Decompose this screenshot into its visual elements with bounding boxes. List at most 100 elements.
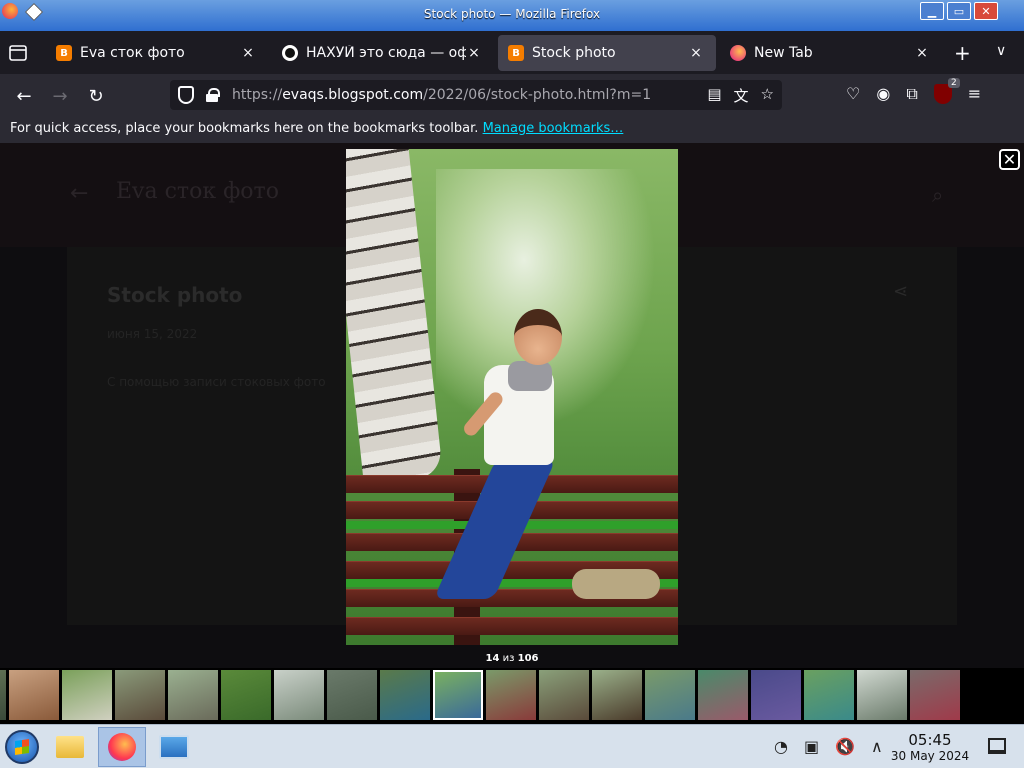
tab-strip: B Eva сток фото × НАХУЙ это сюда — офи ×… [0, 31, 1024, 74]
search-icon[interactable]: ⌕ [932, 183, 943, 207]
url-path: /2022/06/stock-photo.html?m=1 [423, 87, 652, 103]
share-icon[interactable]: ⋖ [893, 281, 908, 302]
window-close-button[interactable]: ✕ [974, 2, 998, 20]
thumbnail[interactable] [592, 670, 642, 720]
pocket-icon[interactable]: ♡ [846, 84, 860, 104]
lock-icon[interactable] [206, 88, 220, 102]
counter-separator: из [499, 653, 518, 664]
tab-eva-stock[interactable]: B Eva сток фото × [46, 35, 268, 71]
tab-label: Stock photo [532, 45, 616, 61]
post-date: июня 15, 2022 [107, 327, 198, 341]
boy-scarf [508, 361, 552, 391]
ublock-count-badge: 2 [948, 78, 960, 88]
window-titlebar: Stock photo — Mozilla Firefox ▁ ▭ ✕ [0, 0, 1024, 31]
translate-icon[interactable]: 文 [734, 85, 749, 106]
thumbnail[interactable] [751, 670, 801, 720]
show-desktop-button[interactable] [988, 738, 1006, 754]
firefox-icon [108, 733, 136, 761]
tab-close-icon[interactable]: × [688, 45, 704, 61]
thumbnail[interactable] [221, 670, 271, 720]
bookmarks-hint: For quick access, place your bookmarks h… [10, 121, 479, 136]
counter-current: 14 [485, 653, 500, 664]
tab-label: New Tab [754, 45, 813, 61]
thumbnail-current[interactable] [433, 670, 483, 720]
thumbnail[interactable] [804, 670, 854, 720]
thumbnail[interactable] [857, 670, 907, 720]
post-body: С помощью записи стоковых фото [107, 375, 326, 389]
tracking-protection-shield-icon[interactable] [178, 86, 194, 104]
tab-site-2[interactable]: НАХУЙ это сюда — офи × [272, 35, 494, 71]
boy-shoes [572, 569, 660, 599]
new-tab-button[interactable]: + [954, 41, 971, 65]
window-controls: ▁ ▭ ✕ [920, 2, 998, 20]
taskbar-system-settings[interactable] [150, 727, 198, 767]
lightbox-photo [346, 149, 678, 645]
extensions-icon[interactable]: ⧉ [906, 84, 917, 104]
blogger-icon: B [508, 45, 524, 61]
url-bar[interactable]: https://evaqs.blogspot.com/2022/06/stock… [170, 80, 782, 110]
thumbnail[interactable] [910, 670, 960, 720]
back-button[interactable]: ← [12, 84, 36, 108]
thumbnail[interactable] [327, 670, 377, 720]
start-menu-button[interactable] [5, 730, 39, 764]
nav-bar: ← → ↻ https://evaqs.blogspot.com/2022/06… [0, 74, 1024, 116]
circle-icon [282, 45, 298, 61]
url-text[interactable]: https://evaqs.blogspot.com/2022/06/stock… [232, 87, 651, 103]
forward-button[interactable]: → [48, 84, 72, 108]
tab-close-icon[interactable]: × [240, 45, 256, 61]
thumbnail[interactable] [115, 670, 165, 720]
tab-close-icon[interactable]: × [914, 45, 930, 61]
thumbnail[interactable] [168, 670, 218, 720]
maximize-button[interactable]: ▭ [947, 2, 971, 20]
thumbnail[interactable] [539, 670, 589, 720]
thumbnail[interactable] [274, 670, 324, 720]
reader-view-icon[interactable]: ▤ [707, 85, 721, 106]
clipboard-icon[interactable]: ▣ [804, 737, 819, 756]
thumbnail[interactable] [62, 670, 112, 720]
taskbar-file-manager[interactable] [46, 727, 94, 767]
boy-head [514, 309, 562, 365]
volume-muted-icon[interactable]: 🔇 [835, 737, 855, 756]
system-settings-icon [159, 735, 189, 759]
tray-expand-icon[interactable]: ∧ [871, 737, 883, 756]
thumbnail[interactable] [0, 670, 6, 720]
network-icon[interactable]: ◔ [774, 737, 788, 756]
manage-bookmarks-link[interactable]: Manage bookmarks… [483, 121, 624, 136]
account-icon[interactable]: ◉ [876, 84, 890, 104]
reload-button[interactable]: ↻ [84, 84, 108, 108]
ublock-origin-icon[interactable]: 2 [933, 78, 960, 104]
minimize-button[interactable]: ▁ [920, 2, 944, 20]
bookmark-star-icon[interactable]: ☆ [761, 85, 774, 106]
blog-title[interactable]: Eva сток фото [116, 179, 279, 204]
post-title: Stock photo [107, 283, 243, 307]
folder-icon [56, 736, 84, 758]
firefox-view-icon[interactable] [8, 43, 28, 63]
window-title: Stock photo — Mozilla Firefox [423, 7, 601, 21]
thumbnail-strip [0, 668, 1024, 724]
tab-label: Eva сток фото [80, 45, 185, 61]
app-menu-icon[interactable]: ≡ [968, 84, 981, 104]
thumbnail[interactable] [9, 670, 59, 720]
thumbnail[interactable] [698, 670, 748, 720]
counter-total: 106 [517, 653, 539, 664]
thumbnail[interactable] [486, 670, 536, 720]
clock-time: 05:45 [908, 731, 952, 749]
lightbox-close-button[interactable]: ✕ [999, 149, 1020, 170]
clock-date: 30 May 2024 [890, 749, 970, 763]
image-counter: 14 из 106 [0, 653, 1024, 664]
tab-stock-photo[interactable]: B Stock photo × [498, 35, 716, 71]
taskbar-firefox[interactable] [98, 727, 146, 767]
tab-close-icon[interactable]: × [466, 45, 482, 61]
blog-back-icon[interactable]: ← [70, 181, 88, 206]
list-all-tabs-button[interactable]: ∨ [996, 43, 1006, 59]
toolbar-right: ♡ ◉ ⧉ 2 ≡ [846, 78, 981, 104]
firefox-icon [730, 45, 746, 61]
blogger-icon: B [56, 45, 72, 61]
tab-label: НАХУЙ это сюда — офи [306, 45, 466, 61]
url-prefix: https:// [232, 87, 283, 103]
thumbnail[interactable] [380, 670, 430, 720]
thumbnail[interactable] [645, 670, 695, 720]
taskbar: ◔ ▣ 🔇 ∧ 05:45 30 May 2024 [0, 724, 1024, 768]
taskbar-clock[interactable]: 05:45 30 May 2024 [884, 731, 976, 763]
tab-new-tab[interactable]: New Tab × [720, 35, 942, 71]
